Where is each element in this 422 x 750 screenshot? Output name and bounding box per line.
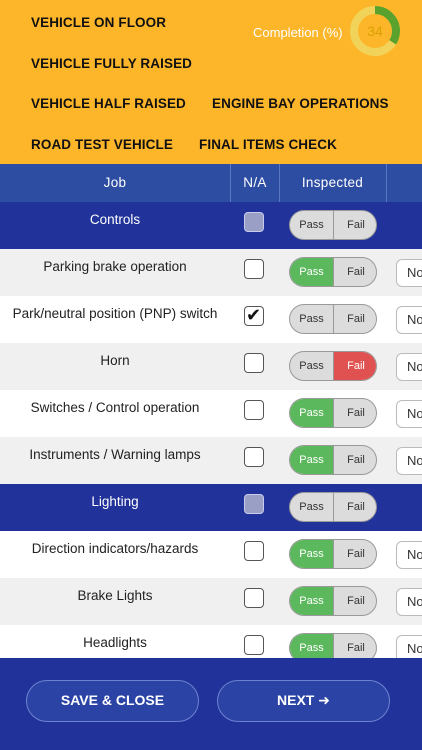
tab-vehicle-on-floor[interactable]: VEHICLE ON FLOOR [31, 15, 166, 30]
fail-button[interactable]: Fail [334, 399, 376, 427]
next-button[interactable]: NEXT ➜ [217, 680, 390, 722]
pass-fail-toggle: Pass Fail [289, 445, 377, 475]
na-checkbox[interactable] [244, 400, 264, 420]
na-checkbox[interactable] [244, 447, 264, 467]
pass-button[interactable]: Pass [290, 587, 334, 615]
section-label: Controls [89, 212, 141, 227]
inspection-list[interactable]: Controls Pass Fail Parking brake operation P… [0, 202, 422, 658]
no-button[interactable]: No [396, 400, 422, 428]
pass-fail-toggle: Pass Fail [289, 351, 377, 381]
fail-button[interactable]: Fail [334, 634, 376, 658]
job-label: Parking brake operation [43, 259, 187, 274]
pass-button[interactable]: Pass [290, 352, 334, 380]
pass-button[interactable]: Pass [290, 540, 334, 568]
fail-button[interactable]: Fail [334, 258, 376, 286]
no-button[interactable]: No [396, 541, 422, 569]
na-checkbox[interactable] [244, 353, 264, 373]
table-header: Job N/A Inspected [0, 164, 422, 202]
na-checkbox[interactable] [244, 259, 264, 279]
fail-button[interactable]: Fail [334, 211, 376, 239]
tab-road-test-vehicle[interactable]: ROAD TEST VEHICLE [31, 137, 173, 152]
pass-fail-toggle: Pass Fail [289, 539, 377, 569]
table-row: Park/neutral position (PNP) switch ✔ Pass F… [0, 296, 422, 343]
tab-engine-bay-operations[interactable]: ENGINE BAY OPERATIONS [212, 96, 389, 111]
na-checkbox[interactable] [244, 541, 264, 561]
section-label: Lighting [91, 494, 139, 509]
pass-button[interactable]: Pass [290, 258, 334, 286]
fail-button[interactable]: Fail [334, 493, 376, 521]
pass-fail-toggle: Pass Fail [289, 398, 377, 428]
fail-button[interactable]: Fail [334, 352, 376, 380]
section-row: Lighting Pass Fail [0, 484, 422, 531]
pass-button[interactable]: Pass [290, 399, 334, 427]
fail-button[interactable]: Fail [334, 587, 376, 615]
pass-fail-toggle: Pass Fail [289, 257, 377, 287]
column-header-inspected: Inspected [301, 175, 364, 190]
table-row: Switches / Control operation Pass Fail No [0, 390, 422, 437]
header: VEHICLE ON FLOOR VEHICLE FULLY RAISED VE… [0, 0, 422, 164]
no-button[interactable]: No [396, 259, 422, 287]
job-label: Direction indicators/hazards [31, 541, 199, 556]
fail-button[interactable]: Fail [334, 540, 376, 568]
tab-final-items-check[interactable]: FINAL ITEMS CHECK [199, 137, 337, 152]
table-row: Parking brake operation Pass Fail No [0, 249, 422, 296]
table-row: Instruments / Warning lamps Pass Fail No [0, 437, 422, 484]
na-checkbox[interactable]: ✔ [244, 305, 264, 326]
pass-fail-toggle: Pass Fail [289, 210, 377, 240]
completion-value: 34 [367, 23, 383, 39]
table-row: Direction indicators/hazards Pass Fail No [0, 531, 422, 578]
fail-button[interactable]: Fail [334, 446, 376, 474]
completion-label: Completion (%) [253, 25, 343, 40]
pass-button[interactable]: Pass [290, 634, 334, 658]
pass-fail-toggle: Pass Fail [289, 492, 377, 522]
na-checkbox[interactable] [244, 494, 264, 514]
pass-button[interactable]: Pass [290, 446, 334, 474]
table-row: Horn Pass Fail No [0, 343, 422, 390]
column-header-na: N/A [243, 175, 267, 190]
job-label: Park/neutral position (PNP) switch [12, 306, 218, 321]
no-button[interactable]: No [396, 353, 422, 381]
na-checkbox[interactable] [244, 212, 264, 232]
pass-fail-toggle: Pass Fail [289, 586, 377, 616]
check-icon: ✔ [246, 305, 262, 325]
save-close-button[interactable]: SAVE & CLOSE [26, 680, 199, 722]
footer: SAVE & CLOSE NEXT ➜ [0, 658, 422, 750]
job-label: Headlights [83, 635, 147, 650]
pass-fail-toggle: Pass Fail [289, 633, 377, 658]
pass-fail-toggle: Pass Fail [289, 304, 377, 334]
na-checkbox[interactable] [244, 635, 264, 655]
table-row: Headlights Pass Fail No [0, 625, 422, 658]
job-label: Switches / Control operation [30, 400, 200, 415]
job-label: Instruments / Warning lamps [29, 447, 201, 462]
section-row: Controls Pass Fail [0, 202, 422, 249]
na-checkbox[interactable] [244, 588, 264, 608]
tab-vehicle-half-raised[interactable]: VEHICLE HALF RAISED [31, 96, 186, 111]
pass-button[interactable]: Pass [290, 305, 334, 333]
no-button[interactable]: No [396, 588, 422, 616]
job-label: Brake Lights [77, 588, 153, 603]
fail-button[interactable]: Fail [334, 305, 376, 333]
column-header-job: Job [103, 175, 127, 190]
pass-button[interactable]: Pass [290, 211, 334, 239]
pass-button[interactable]: Pass [290, 493, 334, 521]
no-button[interactable]: No [396, 635, 422, 658]
job-label: Horn [100, 353, 130, 368]
no-button[interactable]: No [396, 447, 422, 475]
tab-vehicle-fully-raised[interactable]: VEHICLE FULLY RAISED [31, 56, 192, 71]
table-row: Brake Lights Pass Fail No [0, 578, 422, 625]
no-button[interactable]: No [396, 306, 422, 334]
